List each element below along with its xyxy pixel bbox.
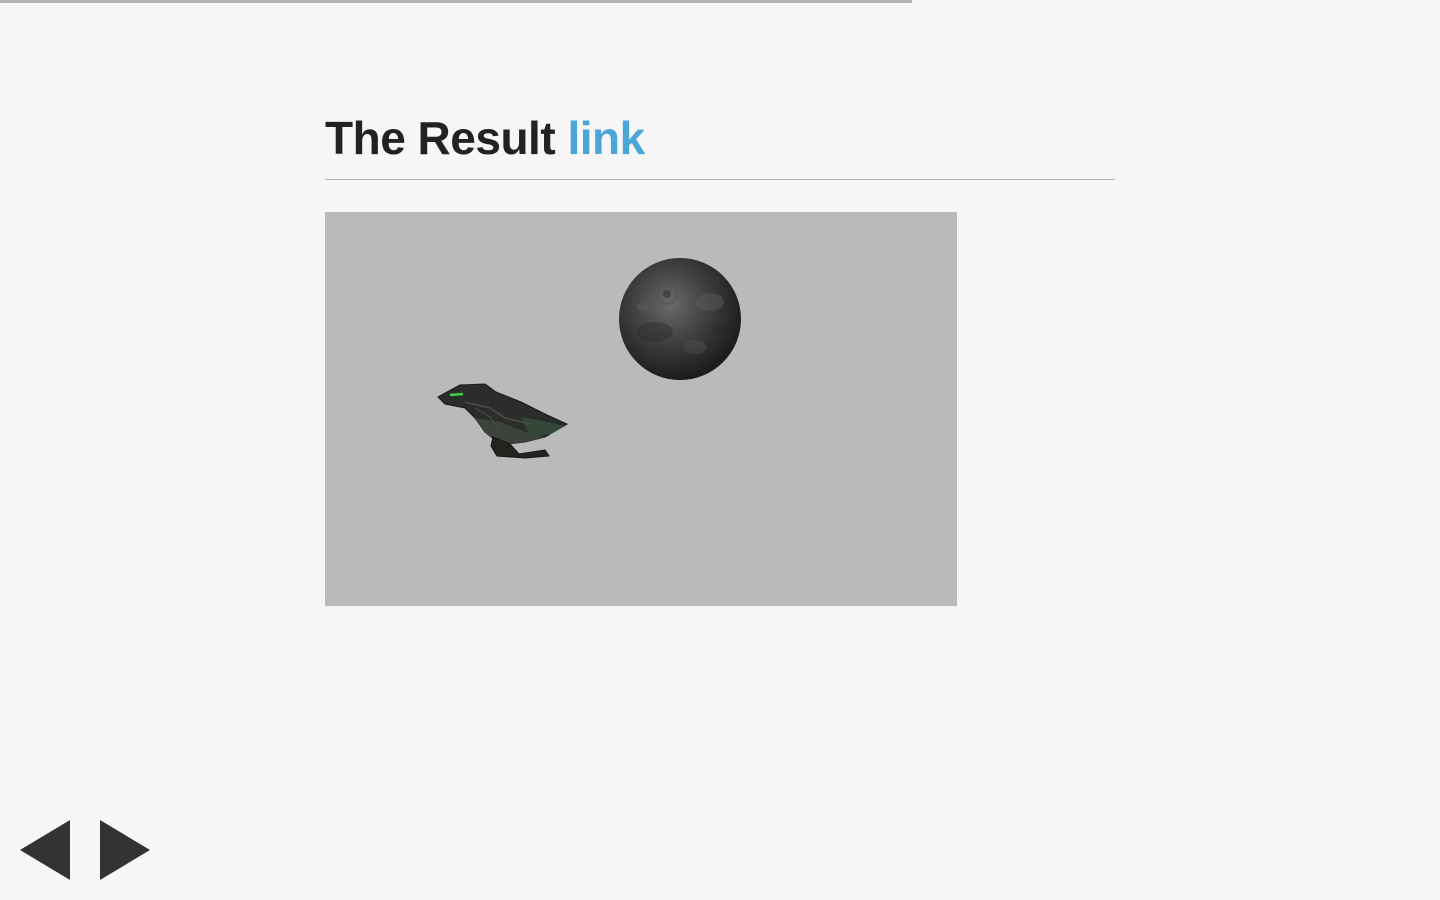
slide-title-text: The Result [325, 112, 556, 164]
next-slide-button[interactable] [100, 820, 150, 880]
result-link[interactable]: link [567, 112, 645, 164]
spaceship-model [437, 383, 569, 459]
progress-bar [0, 0, 1440, 3]
progress-bar-fill [0, 0, 912, 3]
moon-sphere [619, 258, 741, 380]
triangle-right-icon [100, 820, 150, 880]
3d-scene-canvas[interactable] [325, 212, 957, 606]
slide: The Result link [325, 108, 1115, 606]
title-divider [325, 179, 1115, 180]
slide-title: The Result link [325, 108, 1115, 168]
slide-navigation [20, 820, 150, 880]
scene-render [437, 258, 741, 459]
triangle-left-icon [20, 820, 70, 880]
prev-slide-button[interactable] [20, 820, 70, 880]
